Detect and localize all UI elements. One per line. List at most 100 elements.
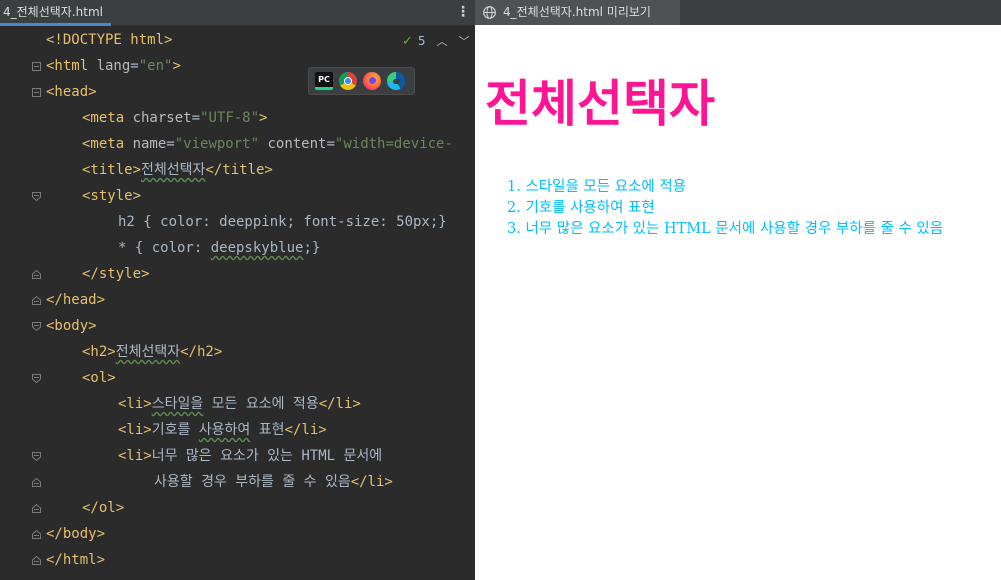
- code-area[interactable]: <!DOCTYPE html> <html lang="en"> <head> …: [46, 26, 476, 580]
- fold-end-icon[interactable]: [32, 478, 41, 487]
- code-token: deepskyblue: [210, 240, 304, 256]
- code-line: <head>: [46, 79, 97, 105]
- code-line: 사용할 경우 부하를 줄 수 있음</li>: [154, 469, 393, 495]
- fold-end-icon[interactable]: [32, 296, 41, 305]
- edge-icon[interactable]: [387, 72, 405, 90]
- editor-gutter: [0, 26, 44, 580]
- code-token: <head>: [46, 84, 97, 100]
- code-token: 모든 요소에 적용: [203, 396, 319, 412]
- code-line: <li>기호를 사용하여 표현</li>: [118, 417, 327, 443]
- code-token: 스타일을: [151, 396, 204, 412]
- code-token: =: [166, 136, 175, 152]
- code-token: "en": [138, 58, 173, 74]
- code-line: <ol>: [82, 365, 116, 391]
- code-token: 표현: [250, 422, 285, 438]
- fold-end-icon[interactable]: [32, 556, 41, 565]
- code-token: <meta: [82, 136, 133, 152]
- chevron-down-icon[interactable]: ﹀: [459, 33, 470, 49]
- code-token: 사용하여: [198, 422, 251, 438]
- code-token: <li>: [118, 448, 152, 464]
- code-line: <!DOCTYPE html>: [46, 27, 172, 53]
- editor-tab-bar: 4_전체선택자.html ⋮: [0, 0, 475, 26]
- code-token: 기호를: [151, 422, 199, 438]
- code-line: <li>너무 많은 요소가 있는 HTML 문서에: [118, 443, 382, 469]
- code-token: lang: [96, 58, 131, 74]
- code-token: =: [326, 136, 335, 152]
- code-line: <meta name="viewport" content="width=dev…: [82, 131, 453, 157]
- code-token: <h2>: [82, 344, 116, 360]
- fold-end-icon[interactable]: [32, 504, 41, 513]
- code-token: </h2>: [180, 344, 223, 360]
- check-icon: ✓: [402, 33, 413, 49]
- chrome-icon[interactable]: [339, 72, 357, 90]
- code-token: 전체선택자: [115, 344, 181, 360]
- code-line: </html>: [46, 547, 105, 573]
- code-line: * { color: deepskyblue;}: [118, 235, 320, 261]
- inspection-widget[interactable]: ✓ 5 ︿ ﹀: [402, 33, 470, 49]
- preview-tab-label: 4_전체선택자.html 미리보기: [503, 5, 651, 19]
- code-editor-pane: 4_전체선택자.html ⋮ <!DOCTYPE html> <html lan…: [0, 0, 475, 580]
- browser-popup: PC: [308, 67, 415, 95]
- editor-file-tab[interactable]: 4_전체선택자.html: [0, 0, 111, 26]
- warning-count: 5: [417, 34, 426, 48]
- firefox-icon[interactable]: [363, 72, 381, 90]
- code-token: "width=device-: [334, 136, 453, 152]
- code-token: charset: [132, 110, 192, 126]
- code-token: "UTF-8": [200, 110, 260, 126]
- code-token: <body>: [46, 318, 97, 334]
- code-line: <body>: [46, 313, 97, 339]
- list-item: 1. 스타일을 모든 요소에 적용: [507, 179, 687, 195]
- fold-marker-icon[interactable]: [32, 62, 41, 71]
- code-token: h2 { color: deeppink; font-size: 50px;}: [118, 214, 447, 230]
- fold-end-icon[interactable]: [32, 530, 41, 539]
- preview-pane: 4_전체선택자.html 미리보기 전체선택자 1. 스타일을 모든 요소에 적…: [475, 0, 1001, 580]
- code-line: h2 { color: deeppink; font-size: 50px;}: [118, 209, 447, 235]
- code-token: </body>: [46, 526, 106, 542]
- code-token: <meta: [82, 110, 133, 126]
- code-token: <title>: [82, 162, 142, 178]
- code-token: ;}: [303, 240, 321, 256]
- fold-marker-icon[interactable]: [32, 452, 41, 461]
- fold-marker-icon[interactable]: [32, 88, 41, 97]
- code-token: </li>: [350, 474, 393, 490]
- code-line: </ol>: [82, 495, 124, 521]
- globe-icon: [483, 6, 496, 19]
- fold-marker-icon[interactable]: [32, 192, 41, 201]
- list-item: 3. 너무 많은 요소가 있는 HTML 문서에 사용할 경우 부하를 줄 수 …: [507, 221, 944, 237]
- code-token: </html>: [46, 552, 106, 568]
- code-line: </head>: [46, 287, 105, 313]
- code-line: <h2>전체선택자</h2>: [82, 339, 222, 365]
- code-token: 전체선택자: [141, 162, 206, 178]
- preview-tab[interactable]: 4_전체선택자.html 미리보기: [475, 0, 680, 25]
- code-token: "viewport": [174, 136, 260, 152]
- code-token: <style>: [82, 188, 142, 204]
- fold-marker-icon[interactable]: [32, 322, 41, 331]
- fold-end-icon[interactable]: [32, 270, 41, 279]
- more-options-icon[interactable]: ⋮: [456, 3, 470, 21]
- code-token: >: [172, 58, 181, 74]
- preview-ordered-list: 1. 스타일을 모든 요소에 적용 2. 기호를 사용하여 표현 3. 너무 많…: [507, 177, 943, 240]
- code-token: =: [191, 110, 201, 126]
- code-line: <html lang="en">: [46, 53, 181, 79]
- code-token: 너무 많은 요소가 있는 HTML 문서에: [151, 448, 383, 464]
- code-token: <ol>: [82, 370, 116, 386]
- code-token: </title>: [205, 162, 273, 178]
- code-line: <li>스타일을 모든 요소에 적용</li>: [118, 391, 361, 417]
- code-token: </li>: [318, 396, 361, 412]
- pycharm-icon[interactable]: PC: [315, 72, 333, 90]
- fold-marker-icon[interactable]: [32, 374, 41, 383]
- code-line: <style>: [82, 183, 141, 209]
- code-token: <html: [46, 58, 97, 74]
- preview-tab-bar: 4_전체선택자.html 미리보기: [475, 0, 1001, 25]
- code-token: <!DOCTYPE html>: [46, 32, 173, 48]
- code-token: content: [259, 136, 327, 152]
- code-token: name: [132, 136, 167, 152]
- code-token: <li>: [118, 422, 152, 438]
- chevron-up-icon[interactable]: ︿: [437, 33, 448, 49]
- code-token: =: [130, 58, 139, 74]
- code-token: </style>: [82, 266, 150, 282]
- code-token: >: [259, 110, 268, 126]
- code-token: </li>: [284, 422, 327, 438]
- preview-heading: 전체선택자: [485, 75, 715, 133]
- code-line: <meta charset="UTF-8">: [82, 105, 267, 131]
